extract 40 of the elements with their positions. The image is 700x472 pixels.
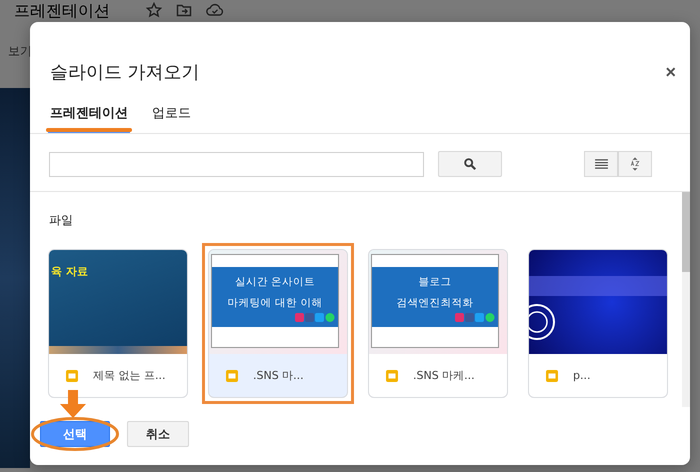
tab[interactable]: 업로드: [150, 104, 193, 133]
search-field[interactable]: [49, 152, 424, 176]
close-button[interactable]: ×: [665, 62, 676, 82]
search-icon: [463, 157, 477, 171]
slides-icon: [225, 368, 239, 382]
section-label: 파일: [49, 212, 74, 229]
social-icons-drawing: [455, 313, 495, 323]
tab[interactable]: 프레젠테이션: [48, 104, 130, 133]
scrollbar-thumb[interactable]: [682, 192, 690, 272]
list-icon: [594, 158, 608, 170]
file-card[interactable]: p...: [528, 249, 668, 398]
file-name: .SNS 마...: [253, 368, 304, 383]
menu-item[interactable]: 보기: [8, 44, 32, 58]
dialog-title: 슬라이드 가져오기: [50, 61, 200, 84]
file-name: p...: [573, 369, 590, 382]
star-icon[interactable]: [146, 2, 162, 18]
social-icons-drawing: [295, 313, 335, 323]
cloud-icon[interactable]: [206, 2, 224, 18]
slides-icon: [545, 368, 559, 382]
file-card[interactable]: 육 자료 제목 없는 프...: [48, 249, 188, 398]
file-card[interactable]: 실시간 온사이트 마케팅에 대한 이해 .SNS 마...: [208, 249, 348, 398]
folder-icon[interactable]: [176, 2, 192, 18]
file-card[interactable]: 블로그 검색엔진최적화 .SNS 마케...: [368, 249, 508, 398]
slides-icon: [65, 368, 79, 382]
slide-text: 검색엔진최적화: [396, 298, 474, 308]
slide-text: 실시간 온사이트: [234, 277, 316, 288]
slide-text: 육 자료: [51, 264, 88, 279]
sort-icon: [630, 156, 640, 172]
slide-thumbnail[interactable]: [0, 88, 30, 468]
sort-button[interactable]: [618, 151, 652, 177]
list-view-button[interactable]: [584, 151, 618, 177]
file-name: .SNS 마케...: [413, 368, 475, 383]
file-name: 제목 없는 프...: [93, 368, 166, 383]
arrow-icon: [58, 390, 88, 418]
document-title: 프레젠테이션: [14, 2, 110, 20]
search-button[interactable]: [438, 151, 502, 177]
slides-icon: [385, 368, 399, 382]
slide-text: 마케팅에 대한 이해: [228, 298, 322, 308]
slide-text: 블로그: [418, 277, 452, 288]
dialog-button[interactable]: 취소: [127, 421, 189, 447]
